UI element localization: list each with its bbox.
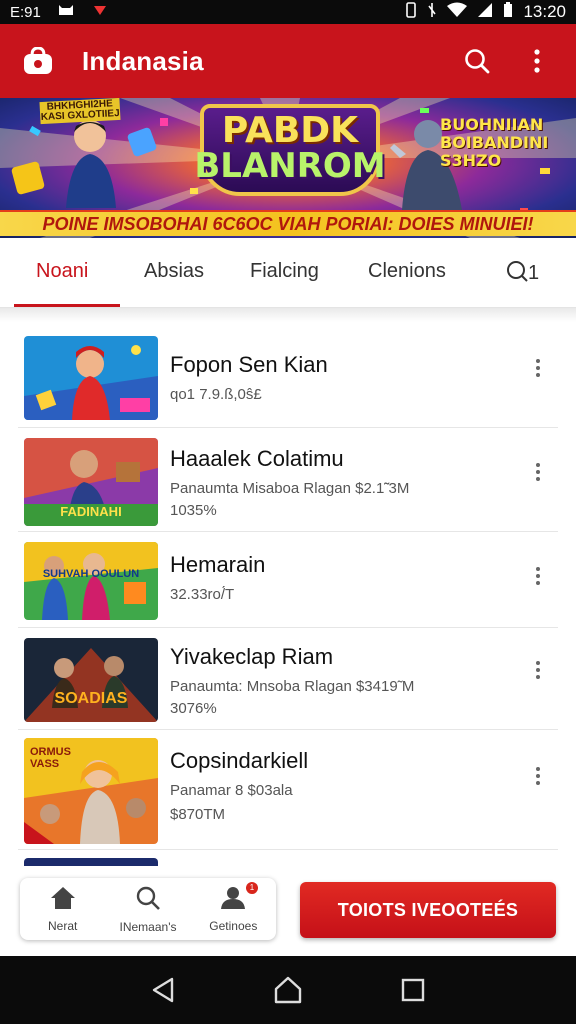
item-more-icon[interactable] [528,562,548,590]
item-title: Haaalek Colatimu [170,446,344,471]
game-thumbnail: ORMUS VASS [24,738,158,844]
item-subtitle: Panaumta: Mnsoba Rlagan $3419̃ M [170,678,415,695]
item-subtitle: 32.33ro/́Τ [170,586,235,603]
no-sim-icon [427,2,437,23]
profile-icon [220,886,246,915]
app-bar: Indanasia [0,24,576,98]
cat-icon [57,3,75,22]
item-title: Yivakeclap Riam [170,644,334,669]
shop-bag-icon[interactable] [22,45,54,77]
item-subtitle: qo1 7.9.ß,0ŝ£ [170,386,262,403]
promo-banner[interactable]: BHKHGHI2HE KASI GXLOTIIEJ PABDK BLANROM … [0,98,576,238]
status-left-text: E:91 [10,3,41,21]
play-triangle-icon [91,3,109,22]
game-thumbnail [24,336,158,420]
item-title: Hemarain [170,552,266,577]
tab-bar: Noani Absias Fialcing Clenions Q11 [0,238,576,308]
tab-absias[interactable]: Absias [144,260,204,283]
nav-search-label: INemaan's [119,919,177,934]
more-vert-icon[interactable] [520,44,554,78]
banner-right-text: BUOHNIIAN BOIBANDINI S3HZO [440,115,549,170]
back-icon[interactable] [143,970,183,1010]
thumb-text: FADINAHI [60,504,122,519]
home-icon [50,886,76,915]
status-time: 13:20 [523,2,566,21]
recents-icon[interactable] [393,970,433,1010]
app-title: Indanasia [82,45,204,76]
banner-corner-label: BHKHGHI2HE KASI GXLOTIIEJ [39,98,121,125]
status-bar: E:91 13:20 [0,0,576,24]
game-thumbnail: SOADIAS [24,638,158,722]
item-subtitle-2: $870ΤM [170,806,226,823]
active-tab-indicator [14,304,120,307]
item-more-icon[interactable] [528,354,548,382]
tab-fialcing[interactable]: Fialcing [250,260,319,283]
tab-noani[interactable]: Noani [36,260,88,283]
bottom-nav: Nerat INemaan's Getinoes 1 [20,878,276,940]
wifi-icon [447,2,468,23]
banner-logo-line1: PABDK [221,110,359,151]
list-item[interactable]: ORMUS VASS Copsindarkiell Panamar 8 $03a… [18,730,558,850]
search-icon[interactable] [460,44,494,78]
signal-icon [477,2,493,23]
nav-home-label: Nerat [47,918,78,933]
item-title: Fopon Sen Kian [170,352,328,377]
search-icon [135,885,161,916]
nav-profile[interactable]: Getinoes 1 [191,878,276,940]
item-subtitle-2: 3076% [170,700,217,717]
system-nav-bar [0,956,576,1024]
tab-q1[interactable]: Q11 [506,260,539,288]
tabs-shadow [0,308,576,322]
item-more-icon[interactable] [528,458,548,486]
vibrate-icon [405,1,417,23]
tab-q1-count: 1 [528,262,540,284]
item-more-icon[interactable] [528,656,548,684]
list-item[interactable]: Fopon Sen Kian qo1 7.9.ß,0ŝ£ [18,330,558,428]
list-item[interactable]: SOADIAS Yivakeclap Riam Panaumta: Mnsoba… [18,628,558,730]
tab-clenions[interactable]: Clenions [368,260,446,283]
cta-button[interactable]: TOIOTS IVEOOTEÉS [300,882,556,938]
nav-home[interactable]: Nerat [20,878,105,940]
bottom-area: Nerat INemaan's Getinoes 1 TOIOTS IVEOOT… [0,866,576,956]
banner-logo-line2: BLANROM [194,146,386,186]
tab-search-icon [506,260,528,288]
item-subtitle: Panaumta Misaboa Rlagan $2.1̃̃ 3M [170,480,410,497]
nav-profile-label: Getinoes [209,918,258,933]
banner-tagline: POINE IMSOBOHAI 6C6OC VIAH PORIAI: DOIES… [0,210,576,236]
home-circle-icon[interactable] [268,970,308,1010]
item-subtitle-2: 1035% [170,502,217,519]
thumb-text: SOADIAS [54,690,128,707]
thumb-text: ORMUS VASS [30,746,71,770]
list-item[interactable]: FADINAHI Haaalek Colatimu Panaumta Misab… [18,428,558,532]
nav-search[interactable]: INemaan's [105,878,190,940]
item-more-icon[interactable] [528,762,548,790]
game-thumbnail: SUHVAH OOULUN [24,542,158,620]
item-title: Copsindarkiell [170,748,309,773]
list-item[interactable]: SUHVAH OOULUN Hemarain 32.33ro/́Τ [18,532,558,628]
game-thumbnail: FADINAHI [24,438,158,526]
thumb-text: SUHVAH OOULUN [42,568,140,580]
notification-badge: 1 [245,882,258,894]
item-subtitle: Panamar 8 $03ala [170,782,293,799]
battery-icon [503,1,513,23]
